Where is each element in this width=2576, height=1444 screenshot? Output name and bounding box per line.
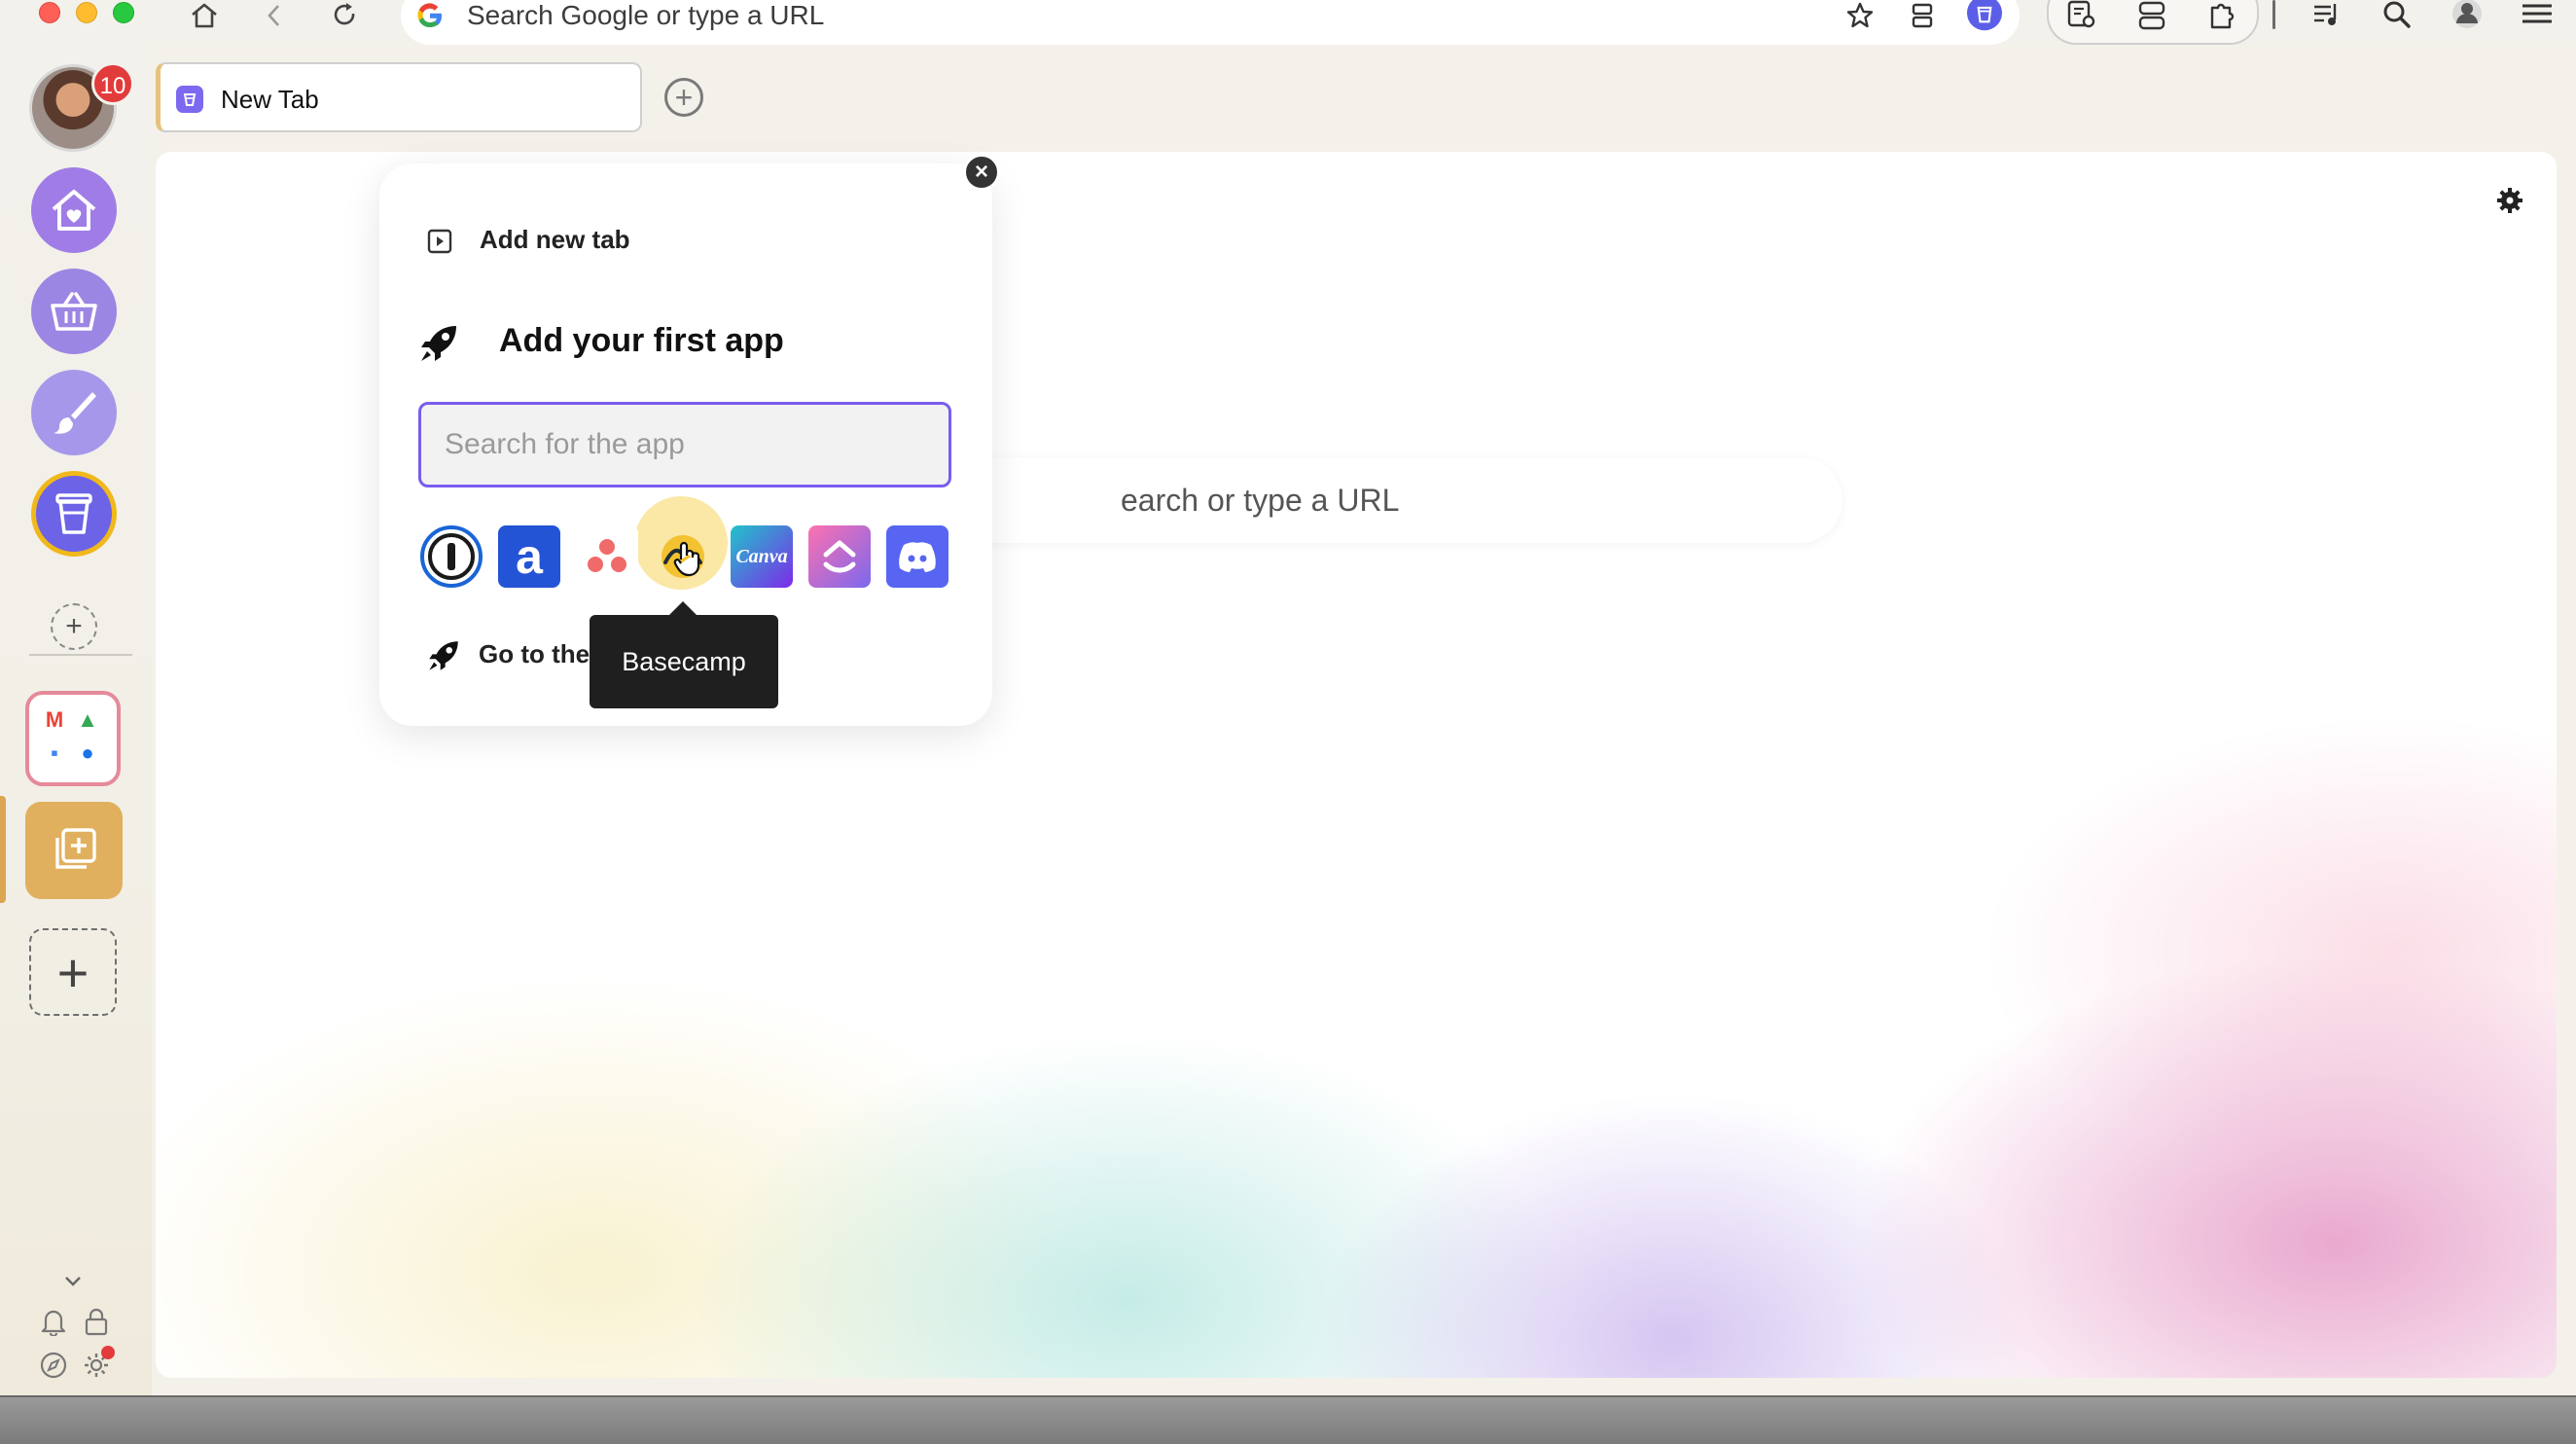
- house-heart-icon: [52, 190, 96, 231]
- reload-icon[interactable]: [327, 0, 362, 31]
- tooltip-arrow: [669, 601, 697, 615]
- canva-app-icon[interactable]: Canva: [731, 525, 793, 588]
- reading-list-icon[interactable]: [1905, 0, 1940, 31]
- media-queue-icon[interactable]: [2309, 0, 2344, 31]
- amazon-app-icon[interactable]: a: [498, 525, 560, 588]
- app-sidebar: 10 + M ▲ ▪ ● +: [0, 43, 152, 1395]
- go-to-link[interactable]: Go to the: [479, 638, 590, 669]
- omnibox-text: Search Google or type a URL: [467, 0, 825, 30]
- menu-icon[interactable]: [2520, 0, 2555, 31]
- close-popup-button[interactable]: ×: [963, 154, 1000, 191]
- app-search-input[interactable]: [418, 402, 951, 487]
- minimize-window-button[interactable]: [76, 2, 97, 23]
- sidebar-app-design[interactable]: [31, 370, 117, 455]
- calendar-icon: ▪: [51, 740, 58, 765]
- app-tooltip: Basecamp: [590, 615, 778, 708]
- notification-badge: 10: [91, 62, 134, 105]
- gmail-icon: M: [45, 707, 64, 732]
- tab-groups-icon[interactable]: [2134, 0, 2169, 31]
- basket-icon: [51, 292, 97, 331]
- rocket-small-icon: [424, 636, 463, 675]
- lock-icon[interactable]: [80, 1305, 113, 1338]
- hand-cursor-icon: [669, 539, 704, 578]
- bell-icon[interactable]: [37, 1305, 70, 1338]
- brush-icon: [54, 392, 96, 434]
- onepassword-app-icon[interactable]: [420, 525, 483, 588]
- sidebar-app-shopping[interactable]: [31, 269, 117, 354]
- tab-favicon-icon: [176, 86, 203, 113]
- bookmark-star-icon[interactable]: [1843, 0, 1878, 31]
- contacts-icon: ●: [81, 740, 94, 765]
- extensions-icon[interactable]: [2204, 0, 2239, 31]
- tab-search-icon[interactable]: [2064, 0, 2099, 31]
- extension-cup-icon[interactable]: [1967, 0, 2002, 31]
- cup-icon: [55, 493, 92, 534]
- new-tab-button[interactable]: +: [664, 78, 703, 117]
- google-apps-group[interactable]: M ▲ ▪ ●: [25, 691, 121, 786]
- rocket-icon: [416, 321, 461, 366]
- profile-icon[interactable]: [2450, 0, 2485, 31]
- sidebar-app-home[interactable]: [31, 167, 117, 253]
- add-space-button[interactable]: +: [29, 928, 117, 1016]
- add-first-app-heading: Add your first app: [499, 322, 784, 359]
- underlying-window-edge: [0, 1395, 2576, 1444]
- sidebar-app-cup[interactable]: [31, 471, 117, 557]
- add-app-button[interactable]: +: [51, 603, 97, 650]
- search-icon[interactable]: [2379, 0, 2415, 31]
- toolbar-divider: [2272, 0, 2275, 29]
- chevron-down-icon[interactable]: [56, 1265, 89, 1298]
- settings-alert-dot: [101, 1346, 115, 1359]
- back-icon[interactable]: [257, 0, 292, 31]
- sidebar-divider: [29, 654, 132, 656]
- add-tab-icon: [55, 828, 96, 869]
- home-icon[interactable]: [187, 0, 222, 31]
- compass-icon[interactable]: [37, 1349, 70, 1382]
- page-settings-icon[interactable]: [2490, 181, 2529, 220]
- page-search-bar[interactable]: earch or type a URL: [953, 457, 1843, 543]
- active-indicator: [0, 796, 6, 903]
- tab-title: New Tab: [221, 85, 319, 114]
- zoom-window-button[interactable]: [113, 2, 134, 23]
- add-tab-icon[interactable]: [424, 226, 455, 257]
- discord-app-icon[interactable]: [886, 525, 948, 588]
- page-search-text: earch or type a URL: [1121, 483, 1400, 518]
- browser-toolbar: Search Google or type a URL: [0, 0, 2576, 45]
- sidebar-app-tabs[interactable]: [25, 802, 123, 899]
- google-icon: [417, 3, 443, 28]
- drive-icon: ▲: [77, 707, 98, 732]
- omnibox[interactable]: Search Google or type a URL: [401, 0, 2020, 45]
- close-window-button[interactable]: [39, 2, 60, 23]
- clickup-app-icon[interactable]: [808, 525, 871, 588]
- add-new-tab-link[interactable]: Add new tab: [480, 224, 630, 255]
- tab-new-tab[interactable]: New Tab: [156, 62, 642, 132]
- asana-app-icon[interactable]: [576, 525, 638, 588]
